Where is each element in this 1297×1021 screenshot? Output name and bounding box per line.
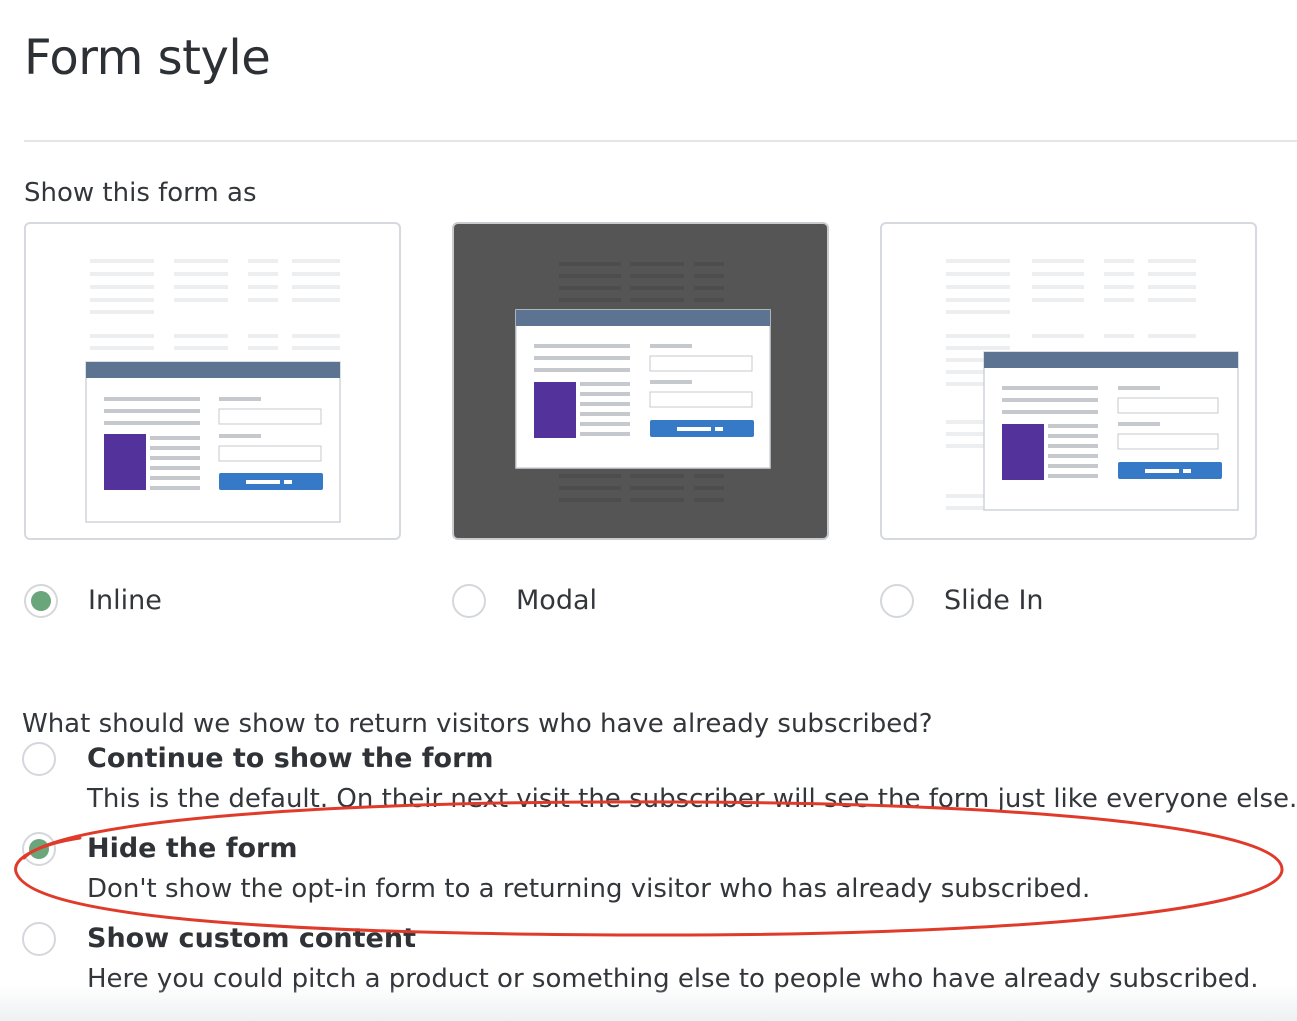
page-title: Form style <box>24 30 271 86</box>
show-custom-content-title: Show custom content <box>87 923 416 954</box>
continue-show-form-title: Continue to show the form <box>87 743 494 774</box>
show-custom-content-radio[interactable] <box>22 922 56 956</box>
inline-label: Inline <box>88 585 162 616</box>
show-custom-content-description: Here you could pitch a product or someth… <box>87 964 1259 994</box>
divider <box>24 140 1297 142</box>
slide-in-radio[interactable] <box>880 584 914 618</box>
modal-form-preview <box>515 262 771 502</box>
continue-show-form-description: This is the default. On their next visit… <box>87 784 1297 814</box>
slide-in-form-preview <box>946 259 1239 511</box>
form-display-label: Show this form as <box>24 178 257 208</box>
modal-radio[interactable] <box>452 584 486 618</box>
returning-visitors-question: What should we show to return visitors w… <box>22 709 933 739</box>
continue-show-form-radio[interactable] <box>22 742 56 776</box>
slide-in-label: Slide In <box>944 585 1044 616</box>
hide-form-description: Don't show the opt-in form to a returnin… <box>87 874 1091 904</box>
inline-radio[interactable] <box>24 584 58 618</box>
hide-form-title: Hide the form <box>87 833 298 864</box>
slide-in-style-card[interactable] <box>880 222 1257 540</box>
modal-style-card[interactable] <box>452 222 829 540</box>
hide-form-radio[interactable] <box>22 832 56 866</box>
inline-form-preview <box>85 259 341 523</box>
inline-style-card[interactable] <box>24 222 401 540</box>
modal-label: Modal <box>516 585 597 616</box>
